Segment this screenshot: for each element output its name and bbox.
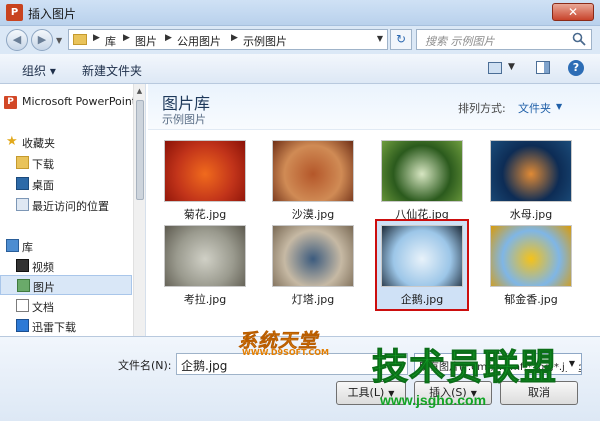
video-library-icon: [16, 259, 29, 272]
help-icon[interactable]: ?: [568, 60, 584, 76]
file-name-label[interactable]: 郁金香.jpg: [481, 291, 581, 307]
command-toolbar: 组织 ▾ 新建文件夹 ▼ ?: [0, 54, 600, 84]
back-button[interactable]: ◀: [6, 29, 28, 51]
star-icon: ★: [6, 134, 18, 149]
nav-label: 最近访问的位置: [32, 200, 109, 213]
window-title: 插入图片: [28, 7, 77, 21]
address-dropdown-icon[interactable]: ▼: [377, 34, 383, 43]
breadcrumb-sample-pictures[interactable]: 示例图片: [243, 33, 287, 49]
file-thumbnail[interactable]: [272, 140, 354, 202]
filename-label: 文件名(N):: [118, 359, 172, 372]
watermark-url: www.jsgho.com: [380, 392, 487, 408]
organize-menu[interactable]: 组织 ▾: [22, 62, 56, 79]
nav-item-pictures[interactable]: 图片: [0, 275, 132, 295]
breadcrumb-pictures[interactable]: 图片: [135, 33, 157, 49]
document-library-icon: [16, 299, 29, 312]
nav-label: 收藏夹: [22, 137, 55, 150]
breadcrumb-arrow-icon[interactable]: ▶: [231, 33, 238, 43]
nav-label: Microsoft PowerPoint: [22, 95, 137, 108]
search-icon[interactable]: [572, 32, 586, 46]
nav-label: 文档: [32, 301, 54, 314]
file-thumbnail[interactable]: [272, 225, 354, 287]
nav-item-documents[interactable]: 文档: [0, 296, 132, 316]
file-name-label[interactable]: 灯塔.jpg: [263, 291, 363, 307]
watermark-jsgho-logo: 技术员联盟 www.jsgho.com: [371, 347, 558, 408]
library-subtitle: 示例图片: [162, 113, 206, 126]
file-thumbnail[interactable]: [490, 140, 572, 202]
file-name-label[interactable]: 考拉.jpg: [155, 291, 255, 307]
file-thumbnail[interactable]: [381, 225, 463, 287]
breadcrumb-arrow-icon[interactable]: ▶: [123, 33, 130, 43]
address-bar[interactable]: ▶ 库 ▶ 图片 ▶ 公用图片 ▶ 示例图片 ▼: [68, 29, 388, 50]
nav-label: 下载: [32, 158, 54, 171]
forward-button[interactable]: ▶: [31, 29, 53, 51]
scroll-thumb[interactable]: [136, 100, 144, 200]
nav-label: 视频: [32, 261, 54, 274]
title-bar: P 插入图片 ✕: [0, 0, 600, 26]
recent-pages-dropdown[interactable]: ▼: [56, 36, 62, 45]
file-name-label[interactable]: 菊花.jpg: [155, 206, 255, 222]
desktop-icon: [16, 177, 29, 190]
arrange-by-dropdown[interactable]: 文件夹: [518, 100, 551, 116]
nav-item-videos[interactable]: 视频: [0, 256, 132, 276]
file-name-label[interactable]: 水母.jpg: [481, 206, 581, 222]
address-row: ◀ ▶ ▼ ▶ 库 ▶ 图片 ▶ 公用图片 ▶ 示例图片 ▼ ↻ 搜索 示例图片: [0, 26, 600, 54]
folder-icon: [73, 34, 87, 45]
scroll-up-icon[interactable]: ▲: [134, 84, 145, 98]
breadcrumb-public-pictures[interactable]: 公用图片: [177, 33, 221, 49]
new-folder-button[interactable]: 新建文件夹: [82, 62, 142, 79]
nav-scrollbar[interactable]: ▲: [133, 84, 145, 336]
breadcrumb-arrow-icon[interactable]: ▶: [165, 33, 172, 43]
file-name-label[interactable]: 沙漠.jpg: [263, 206, 363, 222]
preview-pane-icon[interactable]: [536, 61, 550, 74]
search-placeholder: 搜索 示例图片: [425, 35, 495, 48]
arrange-by-label: 排列方式:: [458, 102, 506, 115]
watermark-text: 技术员联盟: [371, 347, 558, 388]
nav-item-desktop[interactable]: 桌面: [0, 174, 132, 194]
watermark-url: WWW.D9SOFT.COM: [242, 348, 330, 357]
file-thumbnail[interactable]: [164, 225, 246, 287]
watermark-d9soft-logo: 系统天堂 WWW.D9SOFT.COM: [238, 326, 329, 357]
nav-item-recent[interactable]: 最近访问的位置: [0, 195, 132, 215]
view-icon[interactable]: [488, 62, 502, 74]
search-box[interactable]: 搜索 示例图片: [416, 29, 592, 50]
nav-item-favorites[interactable]: ★ 收藏夹: [0, 132, 132, 152]
nav-label: 图片: [33, 281, 55, 294]
nav-label: 桌面: [32, 179, 54, 192]
view-dropdown-icon[interactable]: ▼: [508, 62, 515, 72]
nav-item-powerpoint[interactable]: P Microsoft PowerPoint: [0, 92, 136, 112]
filetype-dropdown-icon[interactable]: ▼: [565, 357, 579, 371]
breadcrumb-library[interactable]: 库: [105, 33, 116, 49]
nav-item-xunlei[interactable]: 迅雷下载: [0, 316, 132, 336]
nav-label: 库: [22, 241, 33, 254]
close-button[interactable]: ✕: [552, 3, 594, 21]
navigation-pane: P Microsoft PowerPoint ★ 收藏夹 下载 桌面 最近访问的…: [0, 84, 146, 336]
picture-library-icon: [17, 279, 30, 292]
recent-places-icon: [16, 198, 29, 211]
file-thumbnail[interactable]: [164, 140, 246, 202]
nav-item-library[interactable]: 库: [0, 236, 132, 256]
powerpoint-icon: P: [4, 96, 17, 109]
library-icon: [6, 239, 19, 252]
file-name-label[interactable]: 企鹅.jpg: [372, 291, 472, 307]
library-header: 图片库 示例图片 排列方式: 文件夹 ▼: [148, 84, 600, 130]
powerpoint-icon: P: [6, 4, 23, 21]
xunlei-download-icon: [16, 319, 29, 332]
download-folder-icon: [16, 156, 29, 169]
nav-label: 迅雷下载: [32, 321, 76, 334]
file-thumbnail[interactable]: [490, 225, 572, 287]
file-thumbnail[interactable]: [381, 140, 463, 202]
breadcrumb-arrow-icon[interactable]: ▶: [93, 33, 100, 43]
nav-item-downloads[interactable]: 下载: [0, 153, 132, 173]
refresh-button[interactable]: ↻: [390, 29, 412, 50]
arrange-dropdown-icon[interactable]: ▼: [556, 102, 562, 111]
